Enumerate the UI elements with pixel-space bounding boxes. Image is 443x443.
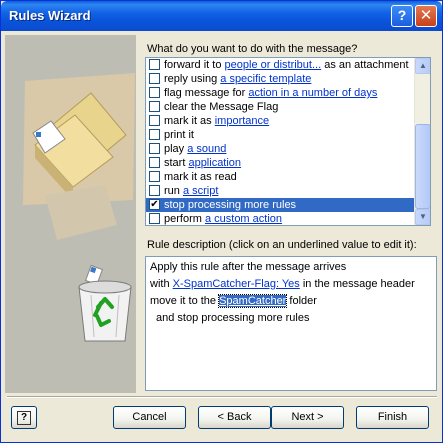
action-item-text: stop processing more rules xyxy=(164,199,297,211)
action-item-link[interactable]: a script xyxy=(183,185,218,197)
actions-listbox[interactable]: forward it to people or distribut... as … xyxy=(145,57,431,226)
action-item[interactable]: flag message for action in a number of d… xyxy=(146,86,415,100)
action-item-link[interactable]: people or distribut... xyxy=(225,59,322,71)
action-item-text: play xyxy=(164,143,188,155)
action-item-link[interactable]: action in a number of days xyxy=(248,87,377,99)
checkbox[interactable] xyxy=(149,129,160,140)
checkbox[interactable] xyxy=(149,87,160,98)
action-item-link[interactable]: a specific template xyxy=(220,73,311,85)
action-item-text: print it xyxy=(164,129,194,141)
checkbox[interactable] xyxy=(149,115,160,126)
action-item[interactable]: reply using a specific template xyxy=(146,72,415,86)
action-item-text: flag message for xyxy=(164,87,249,99)
question-icon: ? xyxy=(17,411,31,425)
action-item-text: reply using xyxy=(164,73,221,85)
actions-question: What do you want to do with the message? xyxy=(147,43,358,55)
scroll-thumb[interactable] xyxy=(415,124,430,209)
chevron-down-icon: ▼ xyxy=(419,212,427,221)
header-condition-link[interactable]: X-SpamCatcher-Flag: Yes xyxy=(173,278,300,290)
checkbox[interactable] xyxy=(149,185,160,196)
wizard-illustration xyxy=(5,35,136,393)
title-bar[interactable]: Rules Wizard ? ✕ xyxy=(1,1,442,31)
next-button[interactable]: Next > xyxy=(271,406,344,429)
checkbox[interactable] xyxy=(149,171,160,182)
action-item[interactable]: play a sound xyxy=(146,142,415,156)
checkbox[interactable] xyxy=(149,213,160,224)
illustration-art xyxy=(5,35,136,393)
checkbox[interactable] xyxy=(149,143,160,154)
rule-description-box: Apply this rule after the message arrive… xyxy=(145,256,437,391)
action-item-link[interactable]: application xyxy=(188,157,241,169)
action-item-text: start xyxy=(164,157,189,169)
desc-line-2-suffix: in the message header xyxy=(299,278,415,290)
action-item-link[interactable]: a custom action xyxy=(205,213,282,225)
action-item[interactable]: perform a custom action xyxy=(146,212,415,225)
title-help-button[interactable]: ? xyxy=(391,5,413,27)
action-item-suffix: as an attachment xyxy=(321,59,409,71)
finish-button[interactable]: Finish xyxy=(356,406,429,429)
action-item-link[interactable]: a sound xyxy=(187,143,226,155)
desc-line-1: Apply this rule after the message arrive… xyxy=(150,261,347,273)
action-item-text: clear the Message Flag xyxy=(164,101,279,113)
cancel-button[interactable]: Cancel xyxy=(113,406,186,429)
action-item-text: mark it as read xyxy=(164,171,237,183)
rules-wizard-window: Rules Wizard ? ✕ What do you want to do … xyxy=(0,0,443,443)
action-item[interactable]: forward it to people or distribut... as … xyxy=(146,58,415,72)
checkbox-checked[interactable]: ✔ xyxy=(149,199,160,210)
action-item-link[interactable]: importance xyxy=(215,115,269,127)
desc-line-3-prefix: move it to the xyxy=(150,295,220,307)
checkbox[interactable] xyxy=(149,157,160,168)
desc-line-4: and stop processing more rules xyxy=(156,312,310,324)
action-item-text: perform xyxy=(164,213,205,225)
action-item-text: mark it as xyxy=(164,115,215,127)
close-icon: ✕ xyxy=(419,7,433,24)
desc-line-2-prefix: with xyxy=(150,278,173,290)
desc-line-3: move it to the SpamCatcher folder xyxy=(150,293,432,310)
scroll-up-button[interactable]: ▲ xyxy=(415,58,430,74)
actions-list-items: forward it to people or distribut... as … xyxy=(146,58,415,225)
checkbox[interactable] xyxy=(149,73,160,84)
desc-line-2: with X-SpamCatcher-Flag: Yes in the mess… xyxy=(150,276,432,293)
rule-description-label: Rule description (click on an underlined… xyxy=(147,239,417,251)
button-separator xyxy=(7,396,437,398)
action-item[interactable]: mark it as read xyxy=(146,170,415,184)
title-close-button[interactable]: ✕ xyxy=(415,5,437,27)
action-item[interactable]: print it xyxy=(146,128,415,142)
folder-link[interactable]: SpamCatcher xyxy=(218,294,288,308)
action-item[interactable]: mark it as importance xyxy=(146,114,415,128)
help-icon: ? xyxy=(397,7,407,23)
action-item[interactable]: run a script xyxy=(146,184,415,198)
actions-scrollbar[interactable]: ▲ ▼ xyxy=(414,58,430,225)
chevron-up-icon: ▲ xyxy=(419,61,427,70)
checkbox[interactable] xyxy=(149,101,160,112)
action-item-text: forward it to xyxy=(164,59,225,71)
desc-line-3-suffix: folder xyxy=(286,295,317,307)
help-button[interactable]: ? xyxy=(11,406,37,429)
scroll-down-button[interactable]: ▼ xyxy=(415,209,430,225)
action-item[interactable]: clear the Message Flag xyxy=(146,100,415,114)
back-button[interactable]: < Back xyxy=(198,406,271,429)
action-item[interactable]: ✔ stop processing more rules xyxy=(146,198,415,212)
action-item-text: run xyxy=(164,185,183,197)
checkbox[interactable] xyxy=(149,59,160,70)
action-item[interactable]: start application xyxy=(146,156,415,170)
window-title: Rules Wizard xyxy=(9,8,91,23)
